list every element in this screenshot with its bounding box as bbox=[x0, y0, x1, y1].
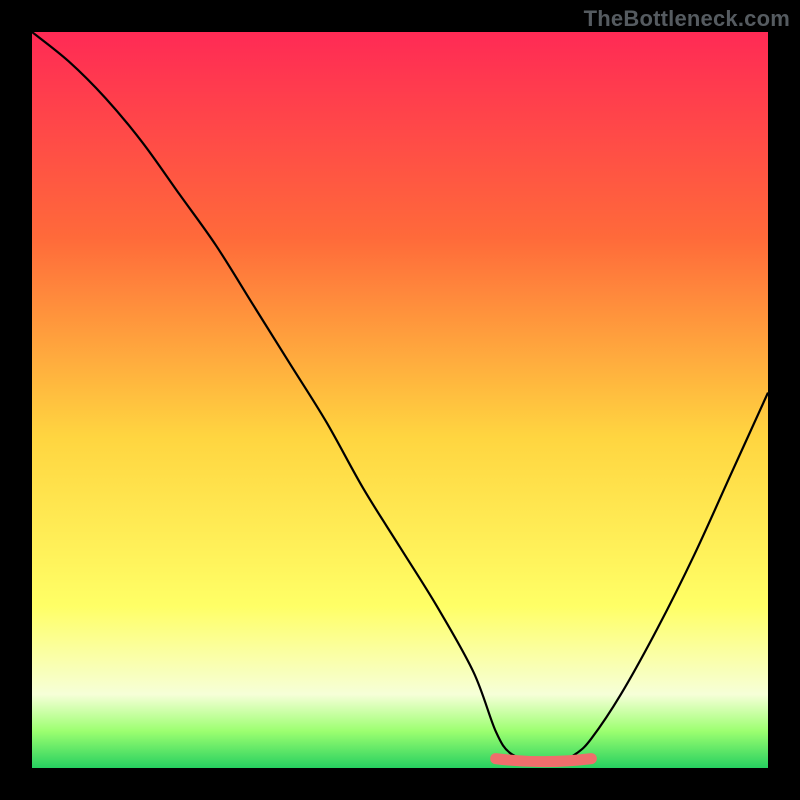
watermark-text: TheBottleneck.com bbox=[584, 6, 790, 32]
chart-frame: TheBottleneck.com bbox=[0, 0, 800, 800]
plot-area bbox=[32, 32, 768, 768]
bottleneck-curve bbox=[32, 32, 768, 768]
